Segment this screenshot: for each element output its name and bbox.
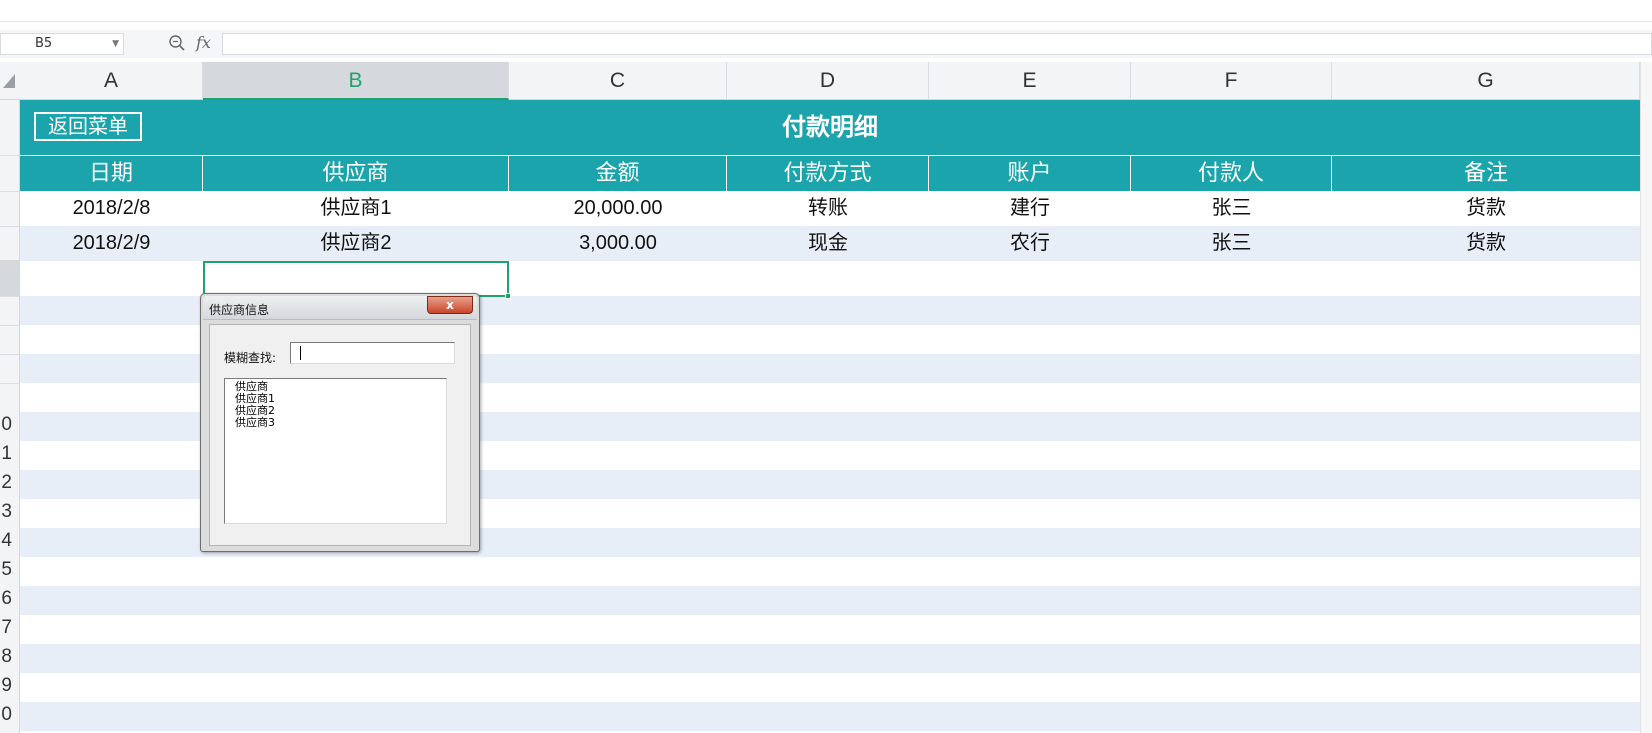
ribbon-toolbar [0,0,1652,22]
row-number[interactable]: 0 [1,414,12,436]
row-number[interactable]: 7 [1,617,12,639]
name-box[interactable]: B5 ▼ [0,33,124,55]
close-icon: x [446,298,454,312]
cell-supplier[interactable]: 供应商2 [203,226,509,261]
zoom-icon[interactable] [168,34,186,52]
header-remarks[interactable]: 备注 [1332,156,1640,192]
back-to-menu-button[interactable]: 返回菜单 [34,112,142,141]
row-divider [0,226,19,227]
formula-bar: B5 ▼ fx [0,30,1652,58]
column-header-c[interactable]: C [509,62,727,100]
header-date[interactable]: 日期 [20,156,203,192]
dialog-title: 供应商信息 [209,303,270,317]
vertical-scrollbar[interactable] [1640,62,1652,733]
dialog-body: 模糊查找: 供应商 供应商1 供应商2 供应商3 [209,324,471,546]
row-divider [0,325,19,326]
spreadsheet-window: B5 ▼ fx A B C D E F G 0 1 2 3 4 5 6 7 8 … [0,0,1652,733]
dialog-title-bar[interactable]: 供应商信息 x [203,296,477,320]
fill-handle[interactable] [505,293,511,299]
sheet-title: 付款明细 [782,113,878,141]
column-header: A B C D E F G [0,62,1652,100]
row-band [20,586,1640,615]
column-header-e[interactable]: E [929,62,1131,100]
row-number[interactable]: 5 [1,559,12,581]
row-number[interactable]: 9 [1,675,12,697]
row-number[interactable]: 6 [1,588,12,610]
cell-account[interactable]: 建行 [929,191,1131,226]
row-number[interactable]: 3 [1,501,12,523]
cell-account[interactable]: 农行 [929,226,1131,261]
supplier-listbox[interactable]: 供应商 供应商1 供应商2 供应商3 [224,378,447,524]
column-header-g[interactable]: G [1332,62,1640,100]
supplier-info-dialog: 供应商信息 x 模糊查找: 供应商 供应商1 供应商2 供应商3 [200,293,480,552]
row-divider [0,383,19,384]
cell-payment-method[interactable]: 转账 [727,191,929,226]
header-amount[interactable]: 金额 [509,156,727,192]
row-band [20,644,1640,673]
table-row: 2018/2/9 供应商2 3,000.00 现金 农行 张三 货款 [20,226,1640,261]
header-payer[interactable]: 付款人 [1131,156,1332,192]
select-all-icon [3,74,15,88]
column-header-d[interactable]: D [727,62,929,100]
table-header-row: 日期 供应商 金额 付款方式 账户 付款人 备注 [20,155,1640,192]
search-label: 模糊查找: [224,351,277,365]
formula-input[interactable] [222,33,1652,55]
select-all-corner[interactable] [0,62,20,100]
row-number[interactable]: 2 [1,472,12,494]
chevron-down-icon[interactable]: ▼ [112,34,119,54]
cell-remarks[interactable]: 货款 [1332,226,1640,261]
cell-payer[interactable]: 张三 [1131,226,1332,261]
cell-remarks[interactable]: 货款 [1332,191,1640,226]
cell-payment-method[interactable]: 现金 [727,226,929,261]
close-button[interactable]: x [427,296,473,314]
row-divider [0,354,19,355]
cell-amount[interactable]: 3,000.00 [509,226,727,261]
row-number[interactable]: 1 [1,443,12,465]
active-cell-b5[interactable] [203,261,509,297]
header-account[interactable]: 账户 [929,156,1131,192]
row-header: 0 1 2 3 4 5 6 7 8 9 0 [0,100,20,733]
table-row: 2018/2/8 供应商1 20,000.00 转账 建行 张三 货款 [20,191,1640,226]
row-band [20,702,1640,731]
row-number[interactable]: 8 [1,646,12,668]
cell-supplier[interactable]: 供应商1 [203,191,509,226]
cell-payer[interactable]: 张三 [1131,191,1332,226]
header-supplier[interactable]: 供应商 [203,156,509,192]
text-caret [300,346,301,360]
header-payment-method[interactable]: 付款方式 [727,156,929,192]
row-divider [0,191,19,192]
row-divider [0,155,19,156]
row-number[interactable]: 0 [1,704,12,726]
column-header-b[interactable]: B [203,62,509,100]
fuzzy-search-input[interactable] [290,342,455,364]
column-header-a[interactable]: A [20,62,203,100]
function-icon[interactable]: fx [196,33,211,52]
row-divider [0,296,19,297]
cell-date[interactable]: 2018/2/9 [20,226,203,261]
list-item[interactable]: 供应商3 [235,417,446,429]
cell-reference: B5 [35,36,53,51]
row-number[interactable]: 4 [1,530,12,552]
selected-row-marker [0,260,19,296]
cell-amount[interactable]: 20,000.00 [509,191,727,226]
title-band: 付款明细 返回菜单 [20,100,1640,155]
cell-date[interactable]: 2018/2/8 [20,191,203,226]
column-header-f[interactable]: F [1131,62,1332,100]
